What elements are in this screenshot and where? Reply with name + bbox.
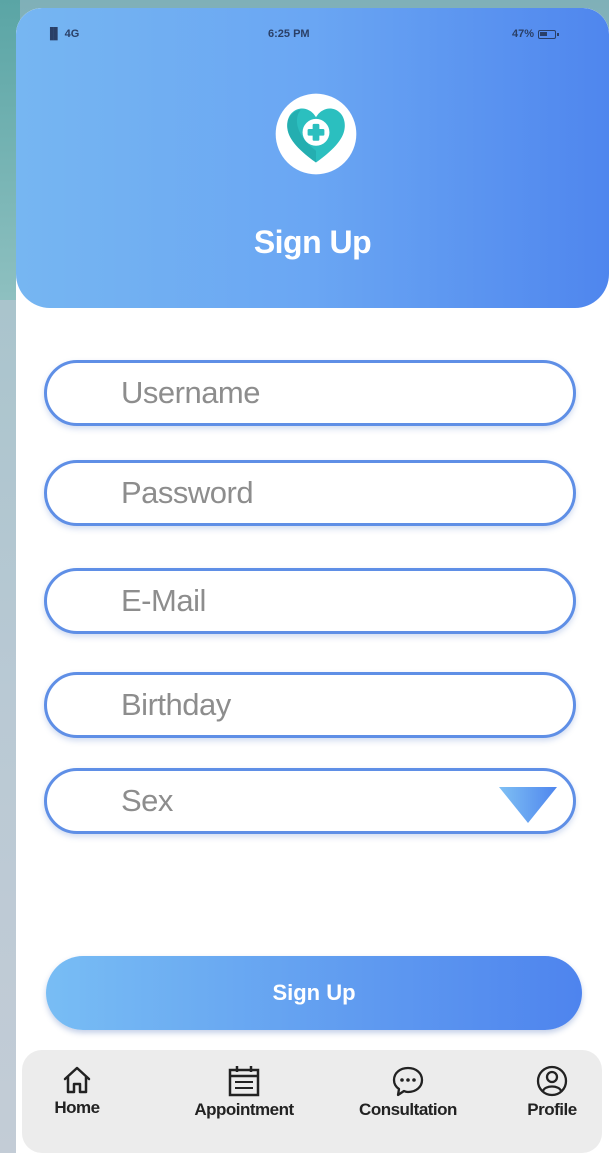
battery-icon xyxy=(538,29,560,39)
sex-select[interactable]: Sex xyxy=(44,768,576,834)
email-input[interactable]: E-Mail xyxy=(44,568,576,634)
username-placeholder: Username xyxy=(121,375,261,410)
nav-item-consultation[interactable]: Consultation xyxy=(338,1064,478,1120)
nav-label-consultation: Consultation xyxy=(359,1100,457,1119)
birthday-placeholder: Birthday xyxy=(121,687,231,722)
nav-label-home: Home xyxy=(54,1098,100,1117)
home-icon xyxy=(63,1066,91,1094)
signal-indicator: ▐▌ 4G xyxy=(46,28,79,40)
password-placeholder: Password xyxy=(121,475,254,510)
bottom-nav: Home Appointment Consultation Profile xyxy=(22,1050,602,1153)
phone-screen: ▐▌ 4G 6:25 PM 47% Sign Up Username Passw… xyxy=(16,8,609,1153)
username-input[interactable]: Username xyxy=(44,360,576,426)
signal-text: ▐▌ 4G xyxy=(46,28,80,40)
password-input[interactable]: Password xyxy=(44,460,576,526)
dropdown-arrow-icon[interactable] xyxy=(497,785,559,825)
status-time: 6:25 PM xyxy=(268,28,310,40)
header: ▐▌ 4G 6:25 PM 47% Sign Up xyxy=(16,8,609,308)
email-placeholder: E-Mail xyxy=(121,583,206,618)
calendar-icon xyxy=(228,1066,260,1097)
battery-indicator: 47% xyxy=(512,28,560,40)
battery-percent: 47% xyxy=(512,28,535,40)
page-title: Sign Up xyxy=(253,224,372,260)
user-icon xyxy=(536,1065,568,1097)
sex-placeholder: Sex xyxy=(121,783,173,818)
nav-label-appointment: Appointment xyxy=(194,1100,294,1119)
chat-icon xyxy=(392,1066,424,1097)
heart-cross-logo-icon xyxy=(275,93,357,175)
nav-item-appointment[interactable]: Appointment xyxy=(174,1064,314,1120)
nav-item-home[interactable]: Home xyxy=(42,1064,112,1118)
nav-label-profile: Profile xyxy=(527,1100,577,1119)
nav-item-profile[interactable]: Profile xyxy=(516,1064,588,1120)
sign-up-button[interactable]: Sign Up xyxy=(46,956,582,1030)
birthday-input[interactable]: Birthday xyxy=(44,672,576,738)
